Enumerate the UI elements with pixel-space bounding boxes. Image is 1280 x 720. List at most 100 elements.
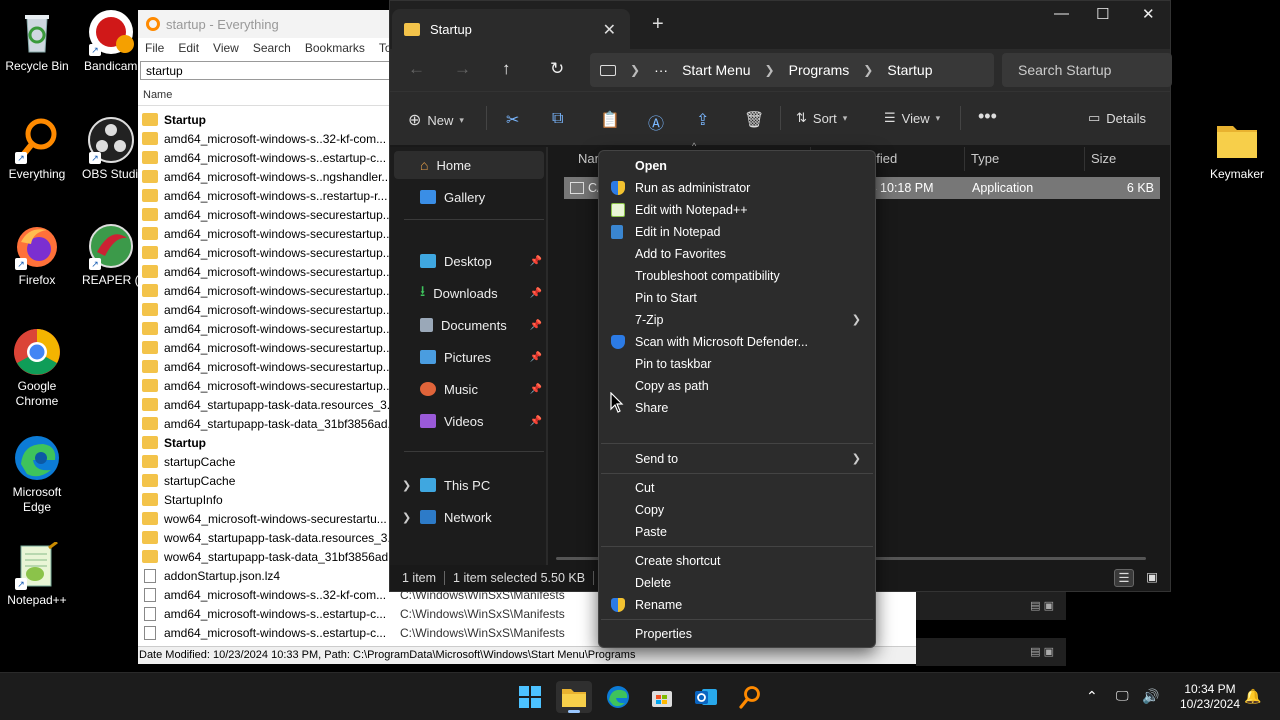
menu-item-create-shortcut[interactable]: Create shortcut: [603, 550, 871, 572]
menu-item-open[interactable]: Open: [603, 155, 871, 177]
breadcrumb-start-menu[interactable]: Start Menu: [682, 62, 750, 78]
notification-bell-icon[interactable]: 🔔: [1244, 688, 1261, 705]
menu-item-troubleshoot[interactable]: Troubleshoot compatibility: [603, 265, 871, 287]
desktop-icon-recycle-bin[interactable]: Recycle Bin: [0, 8, 74, 74]
desktop-icon-firefox[interactable]: ↗ Firefox: [0, 222, 74, 288]
menu-item-paste[interactable]: Paste: [603, 521, 871, 543]
desktop-icon-chrome[interactable]: Google Chrome: [0, 328, 74, 409]
pin-icon[interactable]: 📌: [530, 384, 542, 395]
pin-icon[interactable]: 📌: [530, 416, 542, 427]
forward-icon[interactable]: →: [454, 59, 471, 79]
desktop-icon-bandicam[interactable]: ↗ Bandicam: [74, 8, 148, 74]
menu-item-7zip[interactable]: 7-Zip ❯: [603, 309, 871, 331]
chevron-right-icon[interactable]: ❯: [402, 479, 411, 492]
desktop-icon-obs[interactable]: ↗ OBS Studio: [74, 116, 148, 182]
pin-icon[interactable]: 📌: [530, 256, 542, 267]
search-box[interactable]: Search Startup: [1002, 53, 1172, 87]
pin-icon[interactable]: 📌: [530, 352, 542, 363]
taskbar-store[interactable]: [644, 681, 680, 713]
desktop-icon-reaper[interactable]: ↗ REAPER (x64): [74, 222, 148, 288]
taskbar-outlook[interactable]: [688, 681, 724, 713]
menu-item-copy-path[interactable]: Copy as path: [603, 375, 871, 397]
menu-item-pin-start[interactable]: Pin to Start: [603, 287, 871, 309]
menu-bookmarks[interactable]: Bookmarks: [305, 41, 365, 55]
nav-gallery[interactable]: Gallery: [398, 183, 546, 211]
sort-button[interactable]: ⇅ Sort ▾: [796, 110, 847, 126]
breadcrumb-startup[interactable]: Startup: [887, 62, 932, 78]
taskbar-edge[interactable]: [600, 681, 636, 713]
menu-item-delete[interactable]: Delete: [603, 572, 871, 594]
nav-pictures[interactable]: Pictures 📌: [398, 343, 546, 371]
search-input[interactable]: startup: [140, 61, 390, 80]
menu-view[interactable]: View: [213, 41, 239, 55]
nav-documents[interactable]: Documents 📌: [398, 311, 546, 339]
volume-icon[interactable]: 🔊: [1142, 688, 1159, 705]
ellipsis-icon[interactable]: ···: [654, 62, 668, 78]
refresh-icon[interactable]: ↻: [550, 59, 564, 79]
nav-home[interactable]: ⌂ Home: [394, 151, 544, 179]
new-button[interactable]: ⊕ New ▾: [408, 110, 464, 130]
menu-item-edit-notepadpp[interactable]: Edit with Notepad++: [603, 199, 871, 221]
minimize-icon[interactable]: —: [1054, 5, 1069, 22]
menu-item-share[interactable]: Share: [603, 397, 871, 419]
menu-edit[interactable]: Edit: [178, 41, 199, 55]
copy-button[interactable]: ⧉: [552, 110, 563, 128]
rename-button[interactable]: Ⓐ: [648, 110, 664, 134]
taskbar-file-explorer[interactable]: [556, 681, 592, 713]
sort-label: Sort: [812, 110, 837, 126]
desktop-icon-notepadpp[interactable]: ↗ Notepad++: [0, 540, 74, 608]
menu-item-send-to[interactable]: Send to ❯: [603, 448, 871, 470]
nav-downloads[interactable]: ⭳ Downloads 📌: [398, 279, 546, 307]
tiles-view-icon[interactable]: ▣: [1146, 569, 1158, 584]
back-icon[interactable]: ←: [408, 59, 425, 79]
menu-item-cut[interactable]: Cut: [603, 477, 871, 499]
menu-item-run-as-admin[interactable]: Run as administrator: [603, 177, 871, 199]
clock[interactable]: 10:34 PM 10/23/2024: [1172, 682, 1248, 712]
close-window-icon[interactable]: ✕: [1142, 5, 1155, 23]
breadcrumb-programs[interactable]: Programs: [789, 62, 850, 78]
maximize-icon[interactable]: ☐: [1096, 5, 1109, 23]
details-view-icon[interactable]: ☰: [1114, 569, 1134, 587]
nav-network[interactable]: ❯ Network: [398, 503, 546, 531]
menu-file[interactable]: File: [145, 41, 164, 55]
desktop-icon-everything[interactable]: ↗ Everything: [0, 116, 74, 182]
breadcrumb[interactable]: ❯ ··· Start Menu ❯ Programs ❯ Startup: [590, 53, 994, 87]
nav-desktop[interactable]: Desktop 📌: [398, 247, 546, 275]
menu-item-pin-taskbar[interactable]: Pin to taskbar: [603, 353, 871, 375]
start-button[interactable]: [512, 681, 548, 713]
menu-item-rename[interactable]: Rename: [603, 594, 871, 616]
menu-search[interactable]: Search: [253, 41, 291, 55]
column-header-size[interactable]: Size: [1084, 147, 1164, 171]
column-header-type[interactable]: Type: [964, 147, 1084, 171]
desktop-icon-keymaker[interactable]: Keymaker: [1200, 116, 1274, 182]
menu-item-add-favorites[interactable]: Add to Favorites: [603, 243, 871, 265]
chevron-up-icon[interactable]: ⌃: [1086, 688, 1098, 705]
pin-icon[interactable]: 📌: [530, 320, 542, 331]
nav-this-pc[interactable]: ❯ This PC: [398, 471, 546, 499]
nav-videos[interactable]: Videos 📌: [398, 407, 546, 435]
more-options-icon[interactable]: •••: [978, 106, 997, 127]
share-button[interactable]: ⇪: [696, 110, 709, 130]
up-icon[interactable]: ↑: [502, 59, 511, 79]
menu-item-properties[interactable]: Properties: [603, 623, 871, 645]
menu-item-edit-notepad[interactable]: Edit in Notepad: [603, 221, 871, 243]
paste-button[interactable]: 📋: [600, 110, 620, 130]
new-tab-icon[interactable]: +: [652, 13, 664, 36]
network-icon[interactable]: 🖵: [1116, 688, 1129, 704]
view-button[interactable]: ☰ View ▾: [884, 110, 940, 126]
taskbar-everything[interactable]: [732, 681, 768, 713]
nav-music[interactable]: Music 📌: [398, 375, 546, 403]
pin-icon[interactable]: 📌: [530, 288, 542, 299]
menu-item-copy[interactable]: Copy: [603, 499, 871, 521]
shield-icon: [611, 181, 625, 195]
tab-startup[interactable]: Startup ✕: [392, 9, 630, 49]
chevron-right-icon[interactable]: ❯: [402, 511, 411, 524]
cut-button[interactable]: ✂: [506, 110, 519, 130]
menu-item-defender[interactable]: Scan with Microsoft Defender...: [603, 331, 871, 353]
delete-button[interactable]: 🗑: [744, 110, 764, 130]
view-toggle-icon[interactable]: ▤ ▣: [1030, 599, 1054, 612]
close-tab-icon[interactable]: ✕: [603, 20, 616, 40]
desktop-icon-edge[interactable]: Microsoft Edge: [0, 434, 74, 515]
details-button[interactable]: ▭ Details: [1088, 110, 1146, 126]
view-toggle-icon[interactable]: ▤ ▣: [1030, 645, 1054, 658]
